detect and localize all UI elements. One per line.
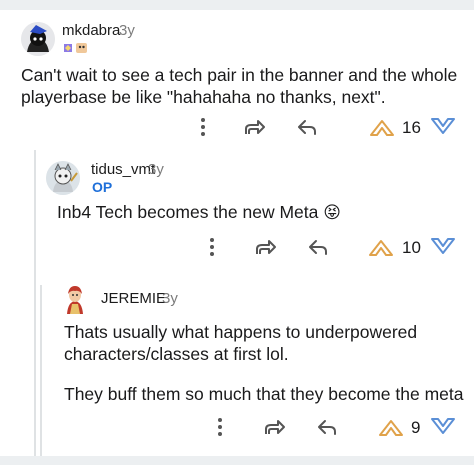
more-options-icon[interactable] <box>210 416 230 438</box>
comment-age: 3y <box>148 161 164 178</box>
top-divider <box>0 0 474 10</box>
emoji: 😝 <box>323 203 341 223</box>
comment-body: They buff them so much that they become … <box>64 384 464 404</box>
share-icon[interactable] <box>240 114 268 140</box>
upvote-icon[interactable] <box>366 234 396 260</box>
comment-age: 3y <box>119 22 135 39</box>
comment-body: Can't wait to see a tech pair in the ban… <box>21 65 458 107</box>
downvote-icon[interactable] <box>428 114 458 140</box>
vote-score: 10 <box>402 238 421 257</box>
username[interactable]: tidus_vmt <box>91 161 155 178</box>
thread-line-level1[interactable] <box>34 150 36 456</box>
award-icon <box>62 41 74 53</box>
reply-icon[interactable] <box>304 234 332 260</box>
reply-icon[interactable] <box>293 114 321 140</box>
vote-score: 16 <box>402 118 421 137</box>
op-flair: OP <box>92 179 113 195</box>
comment-body: Inb4 Tech becomes the new Meta 😝 <box>57 201 457 224</box>
username[interactable]: JEREMIE <box>101 290 166 307</box>
downvote-icon[interactable] <box>428 234 458 260</box>
downvote-icon[interactable] <box>428 414 458 440</box>
vote-score: 9 <box>411 418 421 437</box>
upvote-icon[interactable] <box>376 414 406 440</box>
username[interactable]: mkdabra <box>62 22 120 39</box>
share-icon[interactable] <box>260 414 288 440</box>
avatar[interactable] <box>46 161 80 195</box>
comment-age: 3y <box>162 290 178 307</box>
user-avatar-icon <box>67 286 83 314</box>
thread-line-level2[interactable] <box>40 285 42 456</box>
more-options-icon[interactable] <box>193 116 213 138</box>
user-avatar-icon <box>46 161 80 195</box>
avatar[interactable] <box>21 22 55 56</box>
avatar[interactable] <box>58 282 92 316</box>
upvote-icon[interactable] <box>367 114 397 140</box>
bottom-divider <box>0 456 474 465</box>
comment-text: Inb4 Tech becomes the new Meta <box>57 202 319 222</box>
share-icon[interactable] <box>251 234 279 260</box>
user-avatar-icon <box>21 22 55 56</box>
more-options-icon[interactable] <box>202 236 222 258</box>
comment-body: Thats usually what happens to underpower… <box>64 322 418 364</box>
reply-icon[interactable] <box>313 414 341 440</box>
award-icon <box>75 41 88 53</box>
